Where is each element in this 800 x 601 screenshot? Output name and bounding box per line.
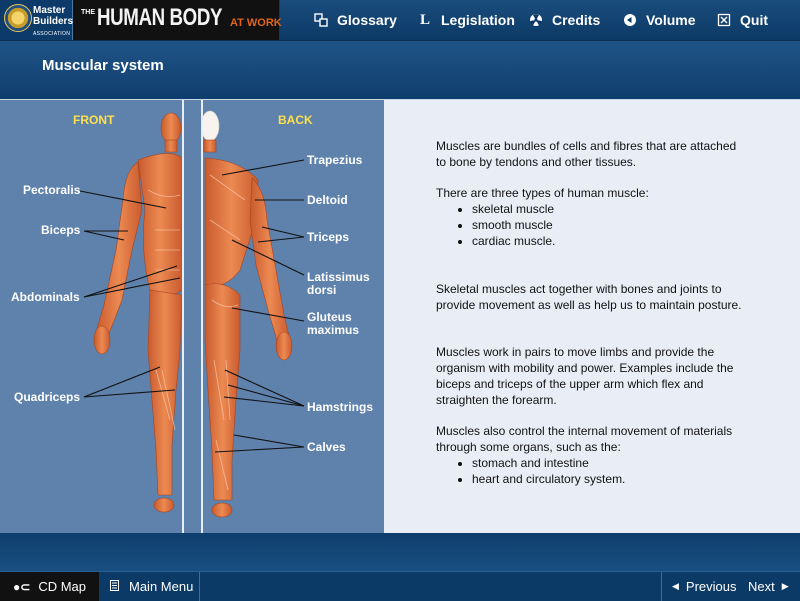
volume-icon <box>623 13 637 27</box>
organs-list: stomach and intestine heart and circulat… <box>436 455 746 487</box>
front-back-divider <box>182 100 203 533</box>
logo-line3: ASSOCIATION <box>33 31 71 37</box>
logo-line2: Builders <box>33 16 74 27</box>
paragraph-internal: Muscles also control the internal moveme… <box>436 424 733 454</box>
bottom-band <box>0 533 800 571</box>
logo-line1: Master <box>33 5 66 16</box>
chevron-right-icon: ▶ <box>781 581 789 591</box>
label-trapezius: Trapezius <box>307 153 363 167</box>
label-quadriceps: Quadriceps <box>14 390 81 404</box>
label-gluteus-line2: maximus <box>307 323 360 337</box>
list-item: skeletal muscle <box>472 201 746 217</box>
label-latissimus-line2: dorsi <box>307 283 337 297</box>
menu-icon <box>110 579 119 594</box>
list-item: smooth muscle <box>472 217 746 233</box>
credits-icon <box>529 13 543 27</box>
page-header: Muscular system <box>0 41 800 99</box>
next-label: Next <box>748 579 775 594</box>
main-menu-label: Main Menu <box>129 579 194 594</box>
previous-button[interactable]: ◀ Previous <box>661 572 737 601</box>
cd-map-button[interactable]: ●⊂ CD Map <box>0 572 100 601</box>
paragraph-intro: Muscles are bundles of cells and fibres … <box>436 139 737 169</box>
label-triceps: Triceps <box>307 230 350 244</box>
credits-label: Credits <box>552 12 601 28</box>
internal-movement-block: Muscles also control the internal moveme… <box>436 423 746 487</box>
footer-bar: ●⊂ CD Map Main Menu ◀ Previous Next ▶ <box>0 571 800 601</box>
app-title-main: HUMAN BODY <box>97 4 223 31</box>
label-biceps: Biceps <box>41 223 81 237</box>
quit-label: Quit <box>740 12 768 28</box>
credits-button[interactable]: Credits <box>529 0 600 40</box>
back-label: BACK <box>278 113 313 127</box>
content-panel: Muscles are bundles of cells and fibres … <box>384 99 800 534</box>
cd-map-icon: ●⊂ <box>13 579 31 594</box>
label-pectoralis: Pectoralis <box>23 183 81 197</box>
list-item: stomach and intestine <box>472 455 746 471</box>
front-body-figure <box>93 112 183 513</box>
main-menu-button[interactable]: Main Menu <box>100 572 200 601</box>
legislation-label: Legislation <box>441 12 515 28</box>
muscle-types-list: skeletal muscle smooth muscle cardiac mu… <box>436 201 746 249</box>
paragraph-types-intro: There are three types of human muscle: <box>436 186 649 200</box>
muscle-diagram-panel: FRONT BACK Pectoralis Biceps Abdominals … <box>0 99 384 534</box>
legislation-button[interactable]: L Legislation <box>418 0 515 40</box>
label-abdominals: Abdominals <box>11 290 80 304</box>
glossary-icon <box>314 13 328 27</box>
previous-label: Previous <box>685 579 737 594</box>
cd-map-label: CD Map <box>38 579 86 594</box>
volume-label: Volume <box>646 12 696 28</box>
quit-button[interactable]: Quit <box>717 0 768 40</box>
paragraph-skeletal: Skeletal muscles act together with bones… <box>436 282 742 312</box>
legislation-icon: L <box>419 12 430 28</box>
volume-button[interactable]: Volume <box>623 0 696 40</box>
app-title-prefix: THE <box>81 9 95 16</box>
label-latissimus-dorsi: Latissimus dorsi <box>307 271 370 297</box>
label-deltoid: Deltoid <box>307 193 348 207</box>
glossary-button[interactable]: Glossary <box>314 0 397 40</box>
glossary-label: Glossary <box>337 12 397 28</box>
next-button[interactable]: Next ▶ <box>740 572 800 601</box>
label-hamstrings: Hamstrings <box>307 400 374 414</box>
top-navigation-bar: Master Builders ASSOCIATION THE HUMAN BO… <box>0 0 800 41</box>
list-item: heart and circulatory system. <box>472 471 746 487</box>
association-seal-icon <box>4 4 32 32</box>
back-body-figure <box>200 110 293 518</box>
label-gluteus-maximus: Gluteus maximus <box>307 311 359 337</box>
app-title-suffix: AT WORK <box>230 17 282 29</box>
list-item: cardiac muscle. <box>472 233 746 249</box>
muscle-types-block: There are three types of human muscle: s… <box>436 185 746 249</box>
master-builders-logo: Master Builders ASSOCIATION <box>0 0 73 40</box>
page-title: Muscular system <box>42 57 164 74</box>
front-label: FRONT <box>73 113 115 127</box>
paragraph-pairs: Muscles work in pairs to move limbs and … <box>436 345 734 407</box>
chevron-left-icon: ◀ <box>672 581 679 591</box>
app-title: THE HUMAN BODY AT WORK <box>73 0 282 40</box>
close-icon <box>717 13 731 27</box>
label-calves: Calves <box>307 440 346 454</box>
